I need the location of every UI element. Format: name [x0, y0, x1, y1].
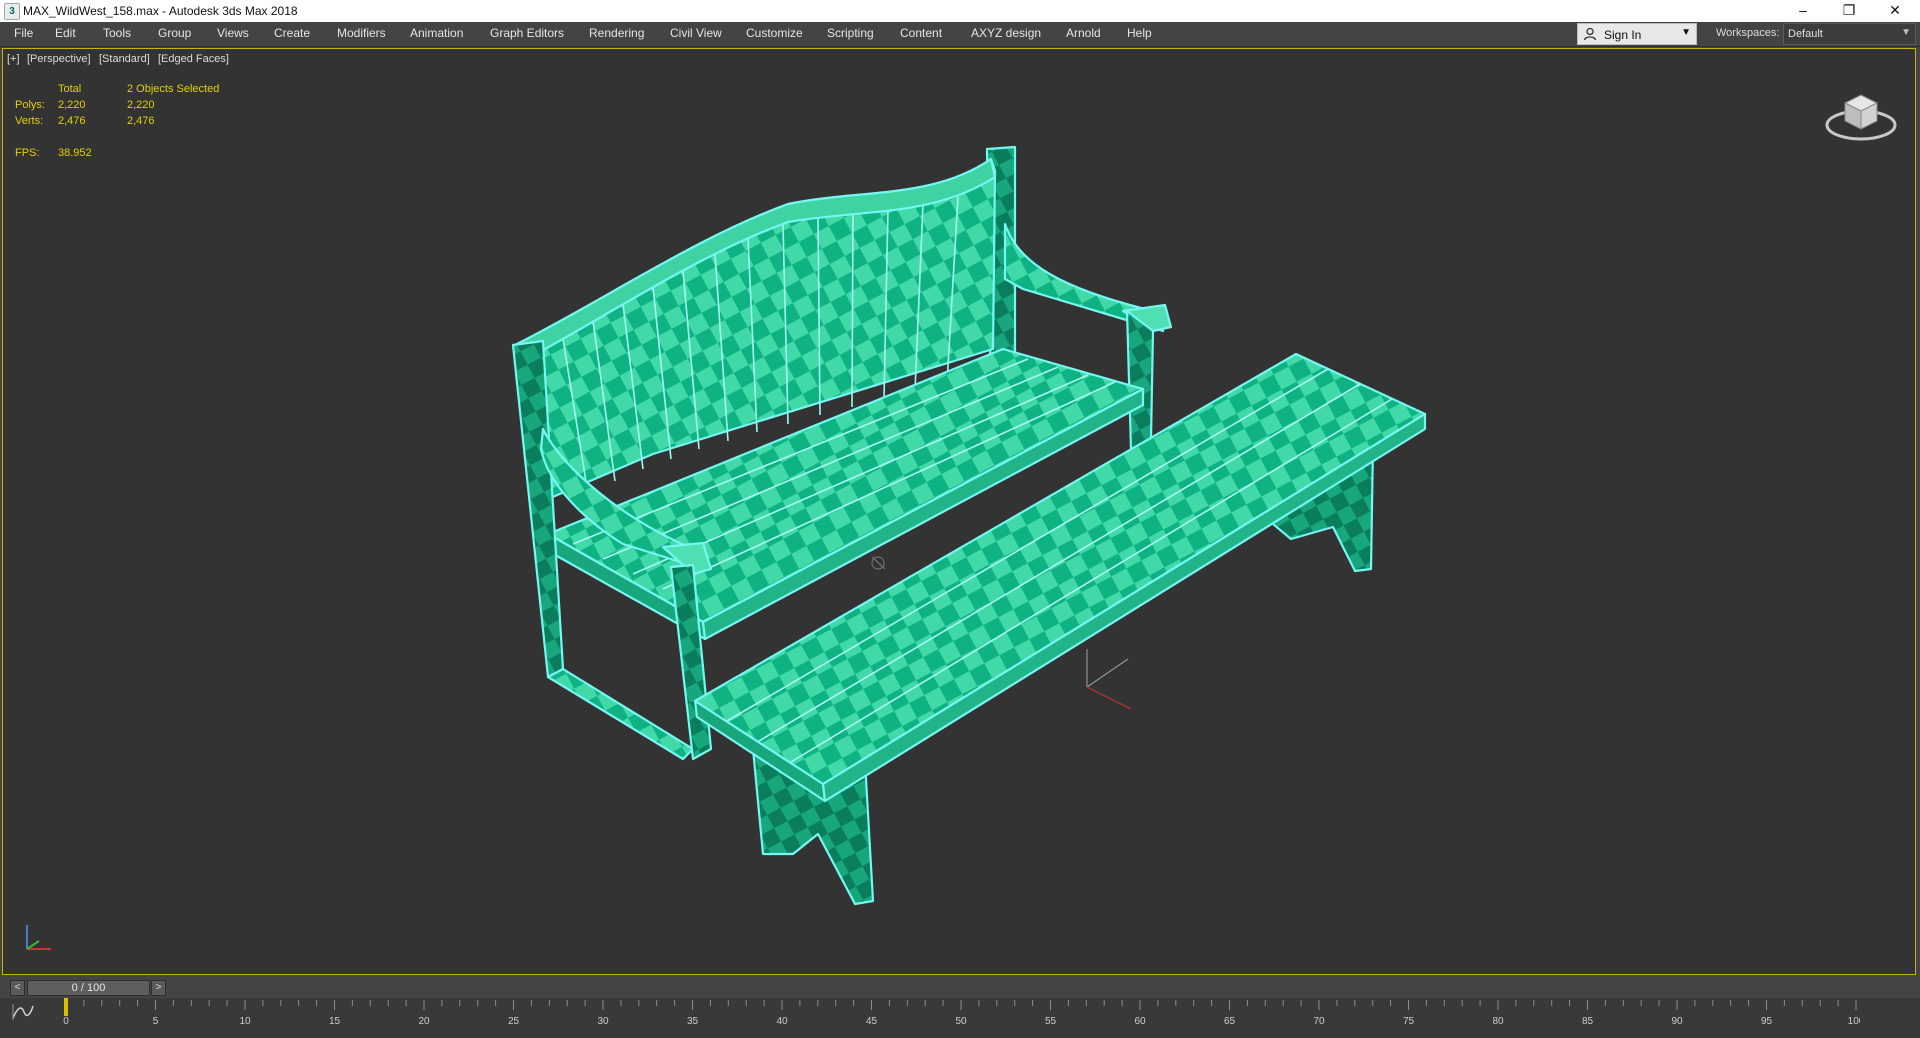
chevron-down-icon: ▼ — [1681, 27, 1691, 38]
minimize-button[interactable]: – — [1780, 0, 1826, 22]
scene-render[interactable] — [3, 49, 1915, 974]
timeline-tick-label: 85 — [1582, 1016, 1594, 1027]
time-previous-button[interactable]: < — [10, 980, 25, 996]
sign-in-dropdown[interactable]: Sign In ▼ — [1577, 23, 1697, 45]
close-button[interactable]: ✕ — [1872, 0, 1918, 22]
world-axis-icon — [26, 925, 51, 950]
timeline-tick-label: 40 — [776, 1016, 788, 1027]
workspaces-label: Workspaces: — [1716, 27, 1780, 39]
timeline-tick-label: 45 — [866, 1016, 878, 1027]
timeline-tick-label: 65 — [1224, 1016, 1236, 1027]
menu-views[interactable]: Views — [217, 26, 249, 40]
timeline-tick-label: 30 — [597, 1016, 609, 1027]
title-bar: 3 MAX_WildWest_158.max - Autodesk 3ds Ma… — [0, 0, 1920, 22]
timeline-tick-label: 100 — [1848, 1016, 1860, 1027]
timeline-tick-label: 0 — [63, 1016, 69, 1027]
timeline-tick-label: 15 — [329, 1016, 341, 1027]
menu-customize[interactable]: Customize — [746, 26, 803, 40]
time-panel: < 0 / 100 > 0 5 10 15 20 25 30 35 40 45 50 55 60 65 70… — [0, 976, 1920, 1038]
menu-axyz-design[interactable]: AXYZ design — [971, 26, 1041, 40]
timeline-ruler[interactable]: 0 5 10 15 20 25 30 35 40 45 50 55 60 65 70 75 80 85 90 95 10… — [60, 998, 1860, 1038]
timeline-tick-label: 50 — [955, 1016, 967, 1027]
menu-group[interactable]: Group — [158, 26, 191, 40]
menu-graph-editors[interactable]: Graph Editors — [490, 26, 564, 40]
chevron-down-icon: ▼ — [1901, 27, 1911, 38]
timeline-tick-label: 95 — [1761, 1016, 1773, 1027]
window-title: MAX_WildWest_158.max - Autodesk 3ds Max … — [23, 4, 298, 18]
menu-tools[interactable]: Tools — [103, 26, 131, 40]
timeline-tick-label: 35 — [687, 1016, 699, 1027]
restore-button[interactable]: ❐ — [1826, 0, 1872, 22]
timeline-tick-label: 75 — [1403, 1016, 1415, 1027]
timeline-tick-label: 80 — [1492, 1016, 1504, 1027]
app-icon: 3 — [4, 3, 20, 20]
current-frame-marker[interactable] — [64, 998, 68, 1016]
menu-bar: File Edit Tools Group Views Create Modif… — [0, 22, 1920, 47]
timeline-tick-label: 20 — [418, 1016, 430, 1027]
timeline-tick-label: 70 — [1313, 1016, 1325, 1027]
perspective-viewport[interactable]: [+] [Perspective] [Standard] [Edged Face… — [2, 48, 1916, 975]
time-slider[interactable]: 0 / 100 — [27, 980, 150, 996]
menu-rendering[interactable]: Rendering — [589, 26, 644, 40]
menu-edit[interactable]: Edit — [55, 26, 76, 40]
timeline-tick-label: 5 — [153, 1016, 159, 1027]
menu-content[interactable]: Content — [900, 26, 942, 40]
menu-animation[interactable]: Animation — [410, 26, 463, 40]
pivot-icon — [871, 556, 886, 570]
workspaces-select[interactable]: Default ▼ — [1783, 23, 1916, 45]
menu-arnold[interactable]: Arnold — [1066, 26, 1101, 40]
user-icon — [1583, 27, 1597, 41]
menu-civil-view[interactable]: Civil View — [670, 26, 722, 40]
menu-file[interactable]: File — [14, 26, 33, 40]
timeline-tick-label: 55 — [1045, 1016, 1057, 1027]
timeline-tick-label: 25 — [508, 1016, 520, 1027]
workspaces-value: Default — [1788, 28, 1823, 40]
timeline-tick-label: 60 — [1134, 1016, 1146, 1027]
viewcube-icon[interactable] — [1821, 79, 1901, 149]
menu-modifiers[interactable]: Modifiers — [337, 26, 386, 40]
timeline-tick-label: 90 — [1671, 1016, 1683, 1027]
transform-gizmo[interactable] — [1086, 649, 1132, 710]
sign-in-label: Sign In — [1604, 28, 1642, 42]
curve-editor-icon[interactable] — [10, 1002, 56, 1028]
track-bar[interactable]: 0 5 10 15 20 25 30 35 40 45 50 55 60 65 70 75 80 85 90 95 10… — [0, 998, 1920, 1038]
menu-help[interactable]: Help — [1127, 26, 1152, 40]
time-next-button[interactable]: > — [151, 980, 166, 996]
menu-scripting[interactable]: Scripting — [827, 26, 874, 40]
menu-create[interactable]: Create — [274, 26, 310, 40]
timeline-tick-label: 10 — [239, 1016, 251, 1027]
